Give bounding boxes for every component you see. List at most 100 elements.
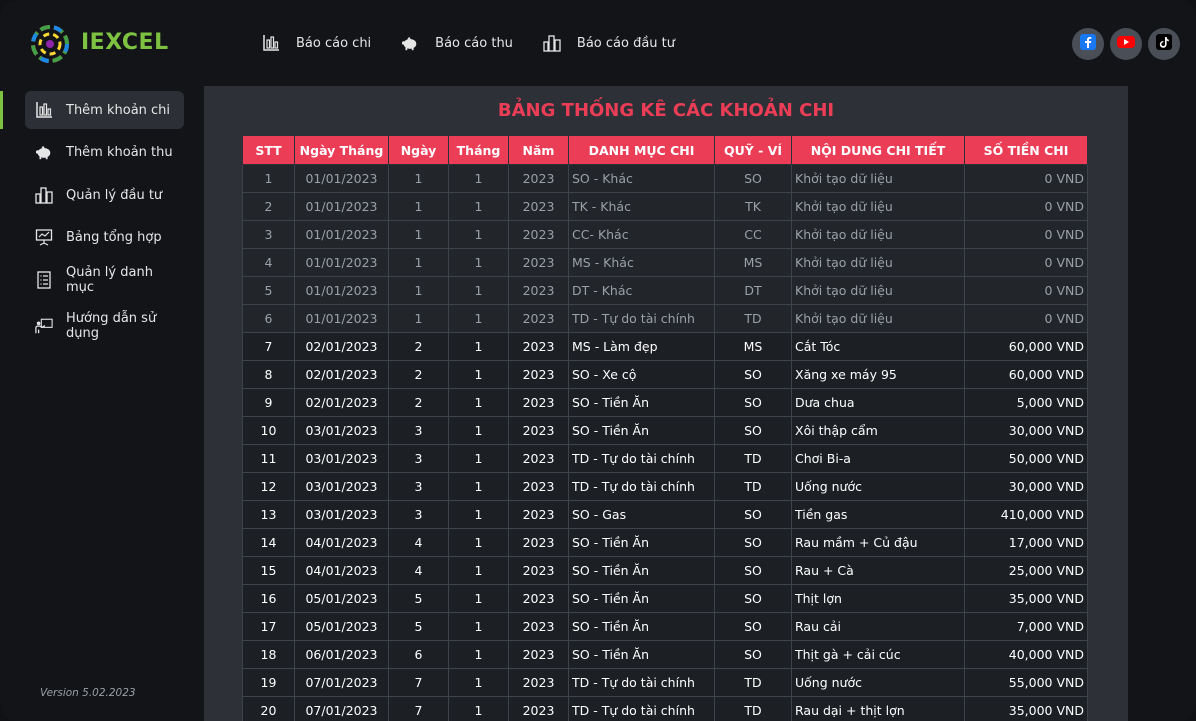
cell-noi-dung: Thịt lợn	[791, 584, 965, 613]
cell-stt: 16	[242, 584, 295, 613]
topnav-bao-cao-thu[interactable]: Báo cáo thu	[401, 34, 513, 52]
cell-noi-dung: Xôi thập cẩm	[791, 416, 965, 445]
table-row[interactable]: 16 05/01/2023 5 1 2023 SO - Tiền Ăn SO Thịt lợn…	[242, 584, 1088, 613]
cell-thang: 1	[448, 472, 509, 501]
column-header-thang[interactable]: Tháng	[448, 135, 509, 165]
sidebar-item-quan-ly-danh-muc[interactable]: Quản lý danh mục	[25, 261, 184, 299]
sidebar-item-quan-ly-dau-tu[interactable]: Quản lý đầu tư	[25, 176, 184, 214]
cell-thang: 1	[448, 696, 509, 721]
table-row[interactable]: 17 05/01/2023 5 1 2023 SO - Tiền Ăn SO Rau cải 7…	[242, 612, 1088, 641]
table-row[interactable]: 6 01/01/2023 1 1 2023 TD - Tự do tài chính TD K…	[242, 304, 1088, 333]
table-row[interactable]: 20 07/01/2023 7 1 2023 TD - Tự do tài chính TD…	[242, 696, 1088, 721]
cell-stt: 11	[242, 444, 295, 473]
column-header-nam[interactable]: Năm	[508, 135, 569, 165]
column-header-ngay[interactable]: Ngày	[388, 135, 449, 165]
column-header-danh-muc-chi[interactable]: DANH MỤC CHI	[568, 135, 715, 165]
cell-nam: 2023	[508, 220, 569, 249]
cell-danh-muc: TK - Khác	[568, 192, 715, 221]
cell-nam: 2023	[508, 696, 569, 721]
cell-ngay-thang: 03/01/2023	[294, 472, 389, 501]
sidebar-item-them-khoan-thu[interactable]: Thêm khoản thu	[25, 133, 184, 171]
facebook-button[interactable]	[1072, 28, 1104, 60]
table-row[interactable]: 14 04/01/2023 4 1 2023 SO - Tiền Ăn SO Rau mầm …	[242, 528, 1088, 557]
cell-ngay-thang: 01/01/2023	[294, 276, 389, 305]
table-row[interactable]: 9 02/01/2023 2 1 2023 SO - Tiền Ăn SO Dưa chua 5…	[242, 388, 1088, 417]
cell-quy-vi: TD	[714, 472, 792, 501]
cell-so-tien: 40,000 VND	[964, 640, 1088, 669]
teacher-icon	[35, 317, 53, 335]
cell-quy-vi: DT	[714, 276, 792, 305]
table-row[interactable]: 13 03/01/2023 3 1 2023 SO - Gas SO Tiền gas 410,…	[242, 500, 1088, 529]
chart-icon	[35, 101, 53, 119]
cell-danh-muc: TD - Tự do tài chính	[568, 696, 715, 721]
table-row[interactable]: 7 02/01/2023 2 1 2023 MS - Làm đẹp MS Cắt Tóc 60…	[242, 332, 1088, 361]
table-header-row: STT Ngày Tháng Ngày Tháng Năm DANH MỤC C…	[242, 135, 1088, 165]
cell-danh-muc: TD - Tự do tài chính	[568, 668, 715, 697]
cell-stt: 13	[242, 500, 295, 529]
table-row[interactable]: 11 03/01/2023 3 1 2023 TD - Tự do tài chính TD…	[242, 444, 1088, 473]
table-row[interactable]: 5 01/01/2023 1 1 2023 DT - Khác DT Khởi tạo dữ …	[242, 276, 1088, 305]
sidebar-item-label: Quản lý đầu tư	[66, 187, 163, 203]
table-row[interactable]: 4 01/01/2023 1 1 2023 MS - Khác MS Khởi tạo dữ …	[242, 248, 1088, 277]
cell-stt: 15	[242, 556, 295, 585]
cell-ngay-thang: 02/01/2023	[294, 332, 389, 361]
cell-quy-vi: CC	[714, 220, 792, 249]
column-header-so-tien[interactable]: SỐ TIỀN CHI	[964, 135, 1088, 165]
cell-thang: 1	[448, 556, 509, 585]
cell-ngay-thang: 01/01/2023	[294, 304, 389, 333]
youtube-button[interactable]	[1110, 28, 1142, 60]
cell-noi-dung: Chơi Bi-a	[791, 444, 965, 473]
cell-so-tien: 0 VND	[964, 192, 1088, 221]
cell-ngay: 5	[388, 612, 449, 641]
table-row[interactable]: 1 01/01/2023 1 1 2023 SO - Khác SO Khởi tạo dữ …	[242, 164, 1088, 193]
expense-table: STT Ngày Tháng Ngày Tháng Năm DANH MỤC C…	[242, 135, 1088, 721]
cell-noi-dung: Uống nước	[791, 472, 965, 501]
presentation-icon	[35, 228, 53, 246]
cell-noi-dung: Tiền gas	[791, 500, 965, 529]
cell-quy-vi: SO	[714, 556, 792, 585]
table-row[interactable]: 15 04/01/2023 4 1 2023 SO - Tiền Ăn SO Rau + Cà…	[242, 556, 1088, 585]
table-row[interactable]: 10 03/01/2023 3 1 2023 SO - Tiền Ăn SO Xôi thập…	[242, 416, 1088, 445]
topnav-bao-cao-dau-tu[interactable]: Báo cáo đầu tư	[543, 34, 675, 52]
sidebar-item-huong-dan-su-dung[interactable]: Hướng dẫn sử dụng	[25, 307, 184, 345]
cell-so-tien: 0 VND	[964, 220, 1088, 249]
cell-so-tien: 410,000 VND	[964, 500, 1088, 529]
cell-danh-muc: SO - Tiền Ăn	[568, 388, 715, 417]
topnav-bao-cao-chi[interactable]: Báo cáo chi	[262, 34, 371, 52]
cell-noi-dung: Khởi tạo dữ liệu	[791, 192, 965, 221]
sidebar-item-bang-tong-hop[interactable]: Bảng tổng hợp	[25, 218, 184, 256]
cell-ngay: 7	[388, 696, 449, 721]
table-row[interactable]: 8 02/01/2023 2 1 2023 SO - Xe cộ SO Xăng xe máy…	[242, 360, 1088, 389]
column-header-ngay-thang[interactable]: Ngày Tháng	[294, 135, 389, 165]
sidebar-item-label: Bảng tổng hợp	[66, 229, 162, 245]
column-header-noi-dung[interactable]: NỘI DUNG CHI TIẾT	[791, 135, 965, 165]
cell-noi-dung: Rau + Cà	[791, 556, 965, 585]
cell-ngay-thang: 06/01/2023	[294, 640, 389, 669]
column-header-stt[interactable]: STT	[242, 135, 295, 165]
cell-danh-muc: SO - Khác	[568, 164, 715, 193]
cell-ngay: 1	[388, 276, 449, 305]
cell-ngay: 1	[388, 164, 449, 193]
cell-stt: 4	[242, 248, 295, 277]
cell-thang: 1	[448, 500, 509, 529]
cell-thang: 1	[448, 668, 509, 697]
table-row[interactable]: 19 07/01/2023 7 1 2023 TD - Tự do tài chính TD…	[242, 668, 1088, 697]
cell-ngay: 3	[388, 444, 449, 473]
sidebar-item-them-khoan-chi[interactable]: Thêm khoản chi	[25, 91, 184, 129]
column-header-quy-vi[interactable]: QUỸ - VÍ	[714, 135, 792, 165]
table-row[interactable]: 12 03/01/2023 3 1 2023 TD - Tự do tài chính TD…	[242, 472, 1088, 501]
cell-nam: 2023	[508, 584, 569, 613]
cell-nam: 2023	[508, 612, 569, 641]
cell-ngay-thang: 04/01/2023	[294, 528, 389, 557]
cell-nam: 2023	[508, 416, 569, 445]
buildings-icon	[543, 34, 561, 52]
cell-nam: 2023	[508, 276, 569, 305]
youtube-icon	[1116, 34, 1136, 54]
table-row[interactable]: 18 06/01/2023 6 1 2023 SO - Tiền Ăn SO Thịt gà …	[242, 640, 1088, 669]
table-row[interactable]: 3 01/01/2023 1 1 2023 CC- Khác CC Khởi tạo dữ l…	[242, 220, 1088, 249]
table-row[interactable]: 2 01/01/2023 1 1 2023 TK - Khác TK Khởi tạo dữ …	[242, 192, 1088, 221]
cell-danh-muc: SO - Tiền Ăn	[568, 528, 715, 557]
cell-thang: 1	[448, 528, 509, 557]
cell-thang: 1	[448, 640, 509, 669]
tiktok-button[interactable]	[1148, 28, 1180, 60]
